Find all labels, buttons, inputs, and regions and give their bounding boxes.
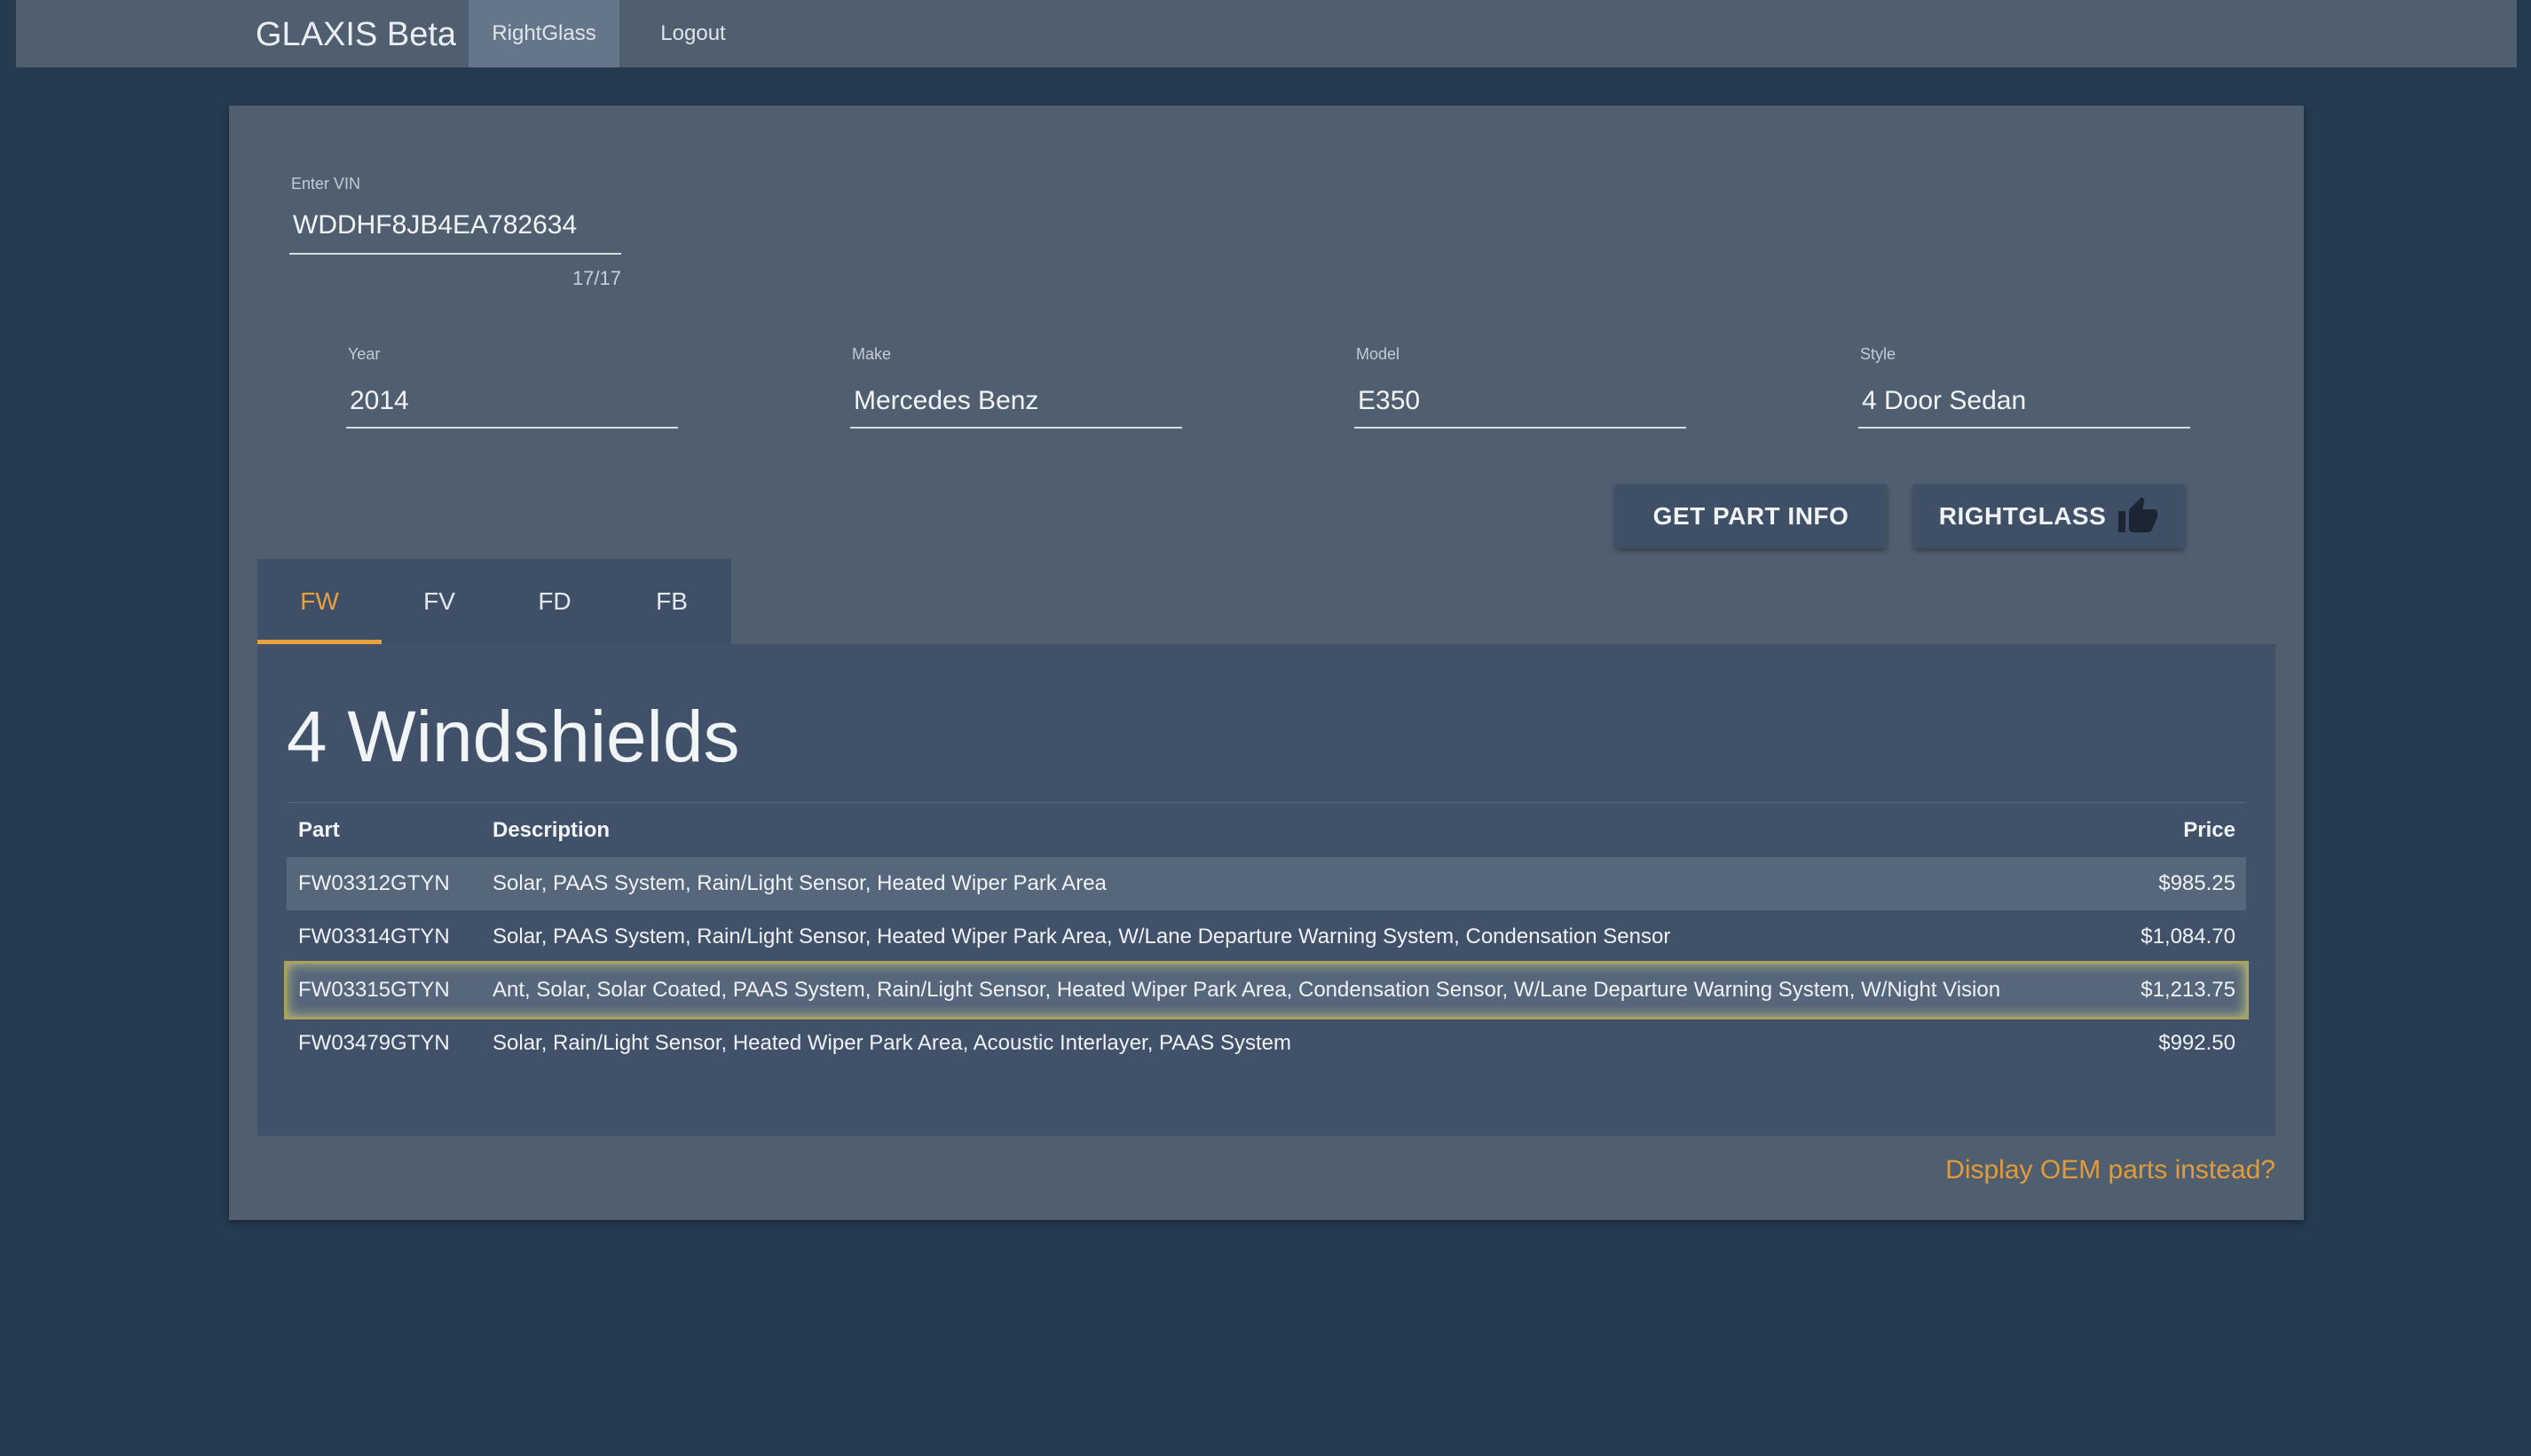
year-underline [346, 427, 678, 429]
tab-fv[interactable]: FV [382, 559, 497, 644]
column-header-price: Price [2183, 818, 2235, 842]
part-description: Solar, Rain/Light Sensor, Heated Wiper P… [493, 1031, 1291, 1055]
top-navbar: GLAXIS Beta RightGlass Logout [16, 0, 2517, 67]
part-description: Ant, Solar, Solar Coated, PAAS System, R… [493, 978, 2001, 1002]
nav-item-logout[interactable]: Logout [637, 0, 749, 67]
year-input[interactable]: 2014 [350, 386, 409, 416]
title-divider [287, 802, 2246, 803]
model-field[interactable]: Model E350 [1354, 345, 1686, 429]
vin-label: Enter VIN [291, 175, 361, 193]
make-field[interactable]: Make Mercedes Benz [850, 345, 1182, 429]
parts-table: Part Description Price FW03312GTYN Solar… [287, 804, 2246, 1070]
year-label: Year [348, 345, 381, 363]
brand-title[interactable]: GLAXIS Beta [256, 0, 456, 67]
part-type-tabs: FW FV FD FB [257, 559, 731, 644]
tab-fw[interactable]: FW [257, 559, 382, 644]
table-row[interactable]: FW03314GTYN Solar, PAAS System, Rain/Lig… [287, 910, 2246, 964]
column-header-description: Description [493, 818, 611, 842]
table-row-selected[interactable]: FW03315GTYN Ant, Solar, Solar Coated, PA… [287, 964, 2246, 1017]
vin-input[interactable]: WDDHF8JB4EA782634 [293, 210, 577, 240]
make-label: Make [852, 345, 892, 363]
part-price: $985.25 [2158, 871, 2235, 895]
part-description: Solar, PAAS System, Rain/Light Sensor, H… [493, 925, 1671, 948]
rightglass-button[interactable]: RIGHTGLASS [1913, 484, 2185, 548]
year-field[interactable]: Year 2014 [346, 345, 678, 429]
table-row[interactable]: FW03479GTYN Solar, Rain/Light Sensor, He… [287, 1017, 2246, 1070]
main-card: Enter VIN WDDHF8JB4EA782634 17/17 Year 2… [229, 106, 2304, 1220]
vin-field[interactable]: Enter VIN WDDHF8JB4EA782634 17/17 [289, 175, 621, 317]
nav-item-rightglass[interactable]: RightGlass [469, 0, 619, 67]
part-price: $992.50 [2158, 1031, 2235, 1055]
rightglass-label: RIGHTGLASS [1938, 502, 2107, 530]
tab-fd[interactable]: FD [497, 559, 612, 644]
style-field[interactable]: Style 4 Door Sedan [1858, 345, 2190, 429]
part-number: FW03314GTYN [298, 925, 450, 948]
part-number: FW03315GTYN [298, 978, 450, 1002]
part-number: FW03312GTYN [298, 871, 450, 895]
get-part-info-label: GET PART INFO [1652, 502, 1849, 530]
tab-fb[interactable]: FB [612, 559, 731, 644]
part-description: Solar, PAAS System, Rain/Light Sensor, H… [493, 871, 1107, 895]
vin-underline [289, 253, 621, 255]
display-oem-parts-link[interactable]: Display OEM parts instead? [1945, 1155, 2275, 1185]
part-number: FW03479GTYN [298, 1031, 450, 1055]
results-panel: 4 Windshields Part Description Price FW0… [257, 644, 2275, 1136]
style-input[interactable]: 4 Door Sedan [1862, 386, 2026, 416]
results-title: 4 Windshields [287, 697, 740, 777]
model-label: Model [1356, 345, 1400, 363]
vin-character-counter: 17/17 [572, 267, 621, 289]
table-row[interactable]: FW03312GTYN Solar, PAAS System, Rain/Lig… [287, 857, 2246, 910]
part-price: $1,213.75 [2141, 978, 2235, 1002]
get-part-info-button[interactable]: GET PART INFO [1615, 484, 1887, 548]
model-input[interactable]: E350 [1358, 386, 1420, 416]
style-label: Style [1860, 345, 1896, 363]
style-underline [1858, 427, 2190, 429]
make-input[interactable]: Mercedes Benz [854, 386, 1038, 416]
part-price: $1,084.70 [2141, 925, 2235, 948]
column-header-part: Part [298, 818, 340, 842]
make-underline [850, 427, 1182, 429]
model-underline [1354, 427, 1686, 429]
thumbs-up-icon [2117, 495, 2159, 538]
table-header: Part Description Price [287, 804, 2246, 857]
